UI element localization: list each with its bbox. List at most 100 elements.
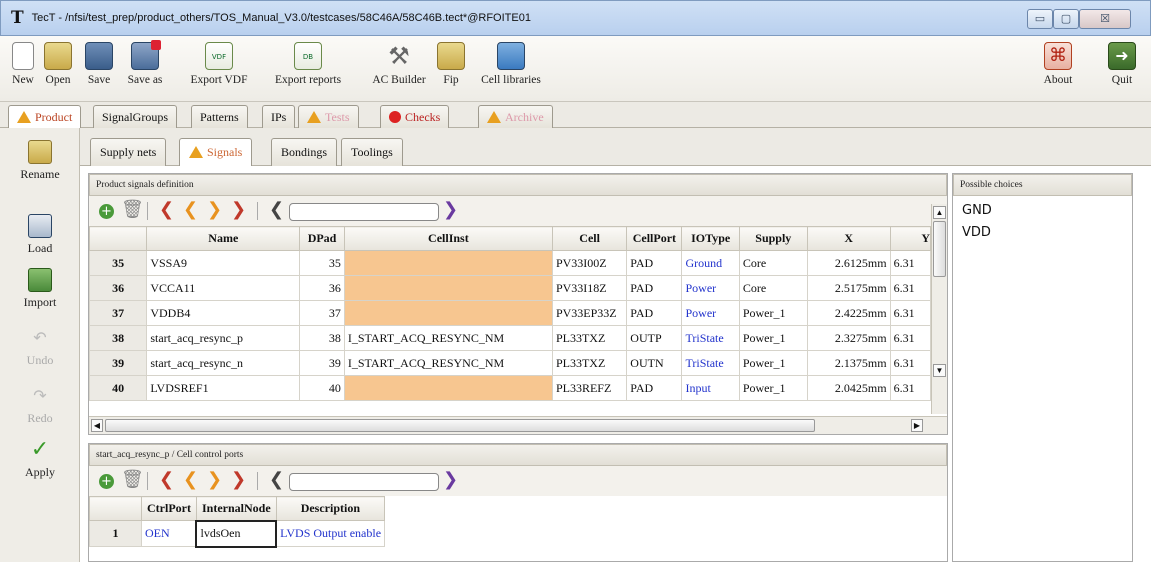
cellinst-cell[interactable]: I_START_ACQ_RESYNC_NM (343, 350, 553, 376)
tab-archive[interactable]: Archive (478, 105, 553, 128)
cellinst-cell[interactable] (343, 250, 553, 276)
cellport-cell[interactable]: PAD (626, 250, 683, 276)
search-back-icon[interactable]: ❮ (269, 201, 284, 219)
tab-checks[interactable]: Checks (380, 105, 450, 128)
supply-cell[interactable]: Power_1 (738, 375, 808, 401)
cell-libraries-button[interactable]: Cell libraries (470, 42, 552, 86)
previous-icon[interactable]: ❮ (183, 201, 198, 219)
name-cell[interactable]: start_acq_resync_p (146, 325, 301, 351)
scroll-right-icon[interactable]: ▶ (911, 419, 923, 432)
supply-cell[interactable]: Power_1 (738, 350, 808, 376)
cellport-cell[interactable]: PAD (626, 275, 683, 301)
horizontal-scroll-thumb[interactable] (105, 419, 815, 432)
search-back-icon[interactable]: ❮ (269, 471, 284, 489)
load-button[interactable]: Load (0, 214, 80, 256)
column-header[interactable]: CtrlPort (141, 496, 197, 521)
ctrlport-cell[interactable]: OEN (141, 520, 197, 547)
tab-bondings[interactable]: Bondings (271, 138, 338, 166)
iotype-cell[interactable]: Input (681, 375, 740, 401)
internalnode-cell[interactable]: lvdsOen (195, 519, 278, 548)
vertical-scrollbar[interactable]: ▲ ▼ (931, 204, 947, 414)
column-header[interactable]: Cell (551, 226, 628, 251)
supply-cell[interactable]: Power_1 (738, 300, 808, 326)
dpad-cell[interactable]: 36 (299, 275, 345, 301)
y-cell[interactable]: 6.31 (889, 300, 932, 326)
iotype-cell[interactable]: TriState (681, 325, 740, 351)
cellinst-cell[interactable] (343, 275, 553, 301)
column-header[interactable]: Y (889, 226, 932, 251)
tab-ips[interactable]: IPs (262, 105, 296, 128)
cellport-cell[interactable]: OUTN (626, 350, 683, 376)
dpad-cell[interactable]: 39 (299, 350, 345, 376)
tab-signals[interactable]: Signals (179, 138, 253, 166)
column-header[interactable]: X (806, 226, 891, 251)
about-button[interactable]: ⌘ About (1038, 42, 1078, 86)
dpad-cell[interactable]: 40 (299, 375, 345, 401)
table-row[interactable]: 39 start_acq_resync_n 39 I_START_ACQ_RESYNC… (88, 350, 932, 376)
table-row[interactable]: 37 VDDB4 37 PV33EP33Z PAD Power Power_1 2.4225m… (88, 300, 932, 326)
table-row[interactable]: 1 OEN lvdsOen LVDS Output enable (89, 519, 386, 548)
search-input[interactable] (289, 203, 439, 221)
export-reports-button[interactable]: DB Export reports (262, 42, 354, 86)
y-cell[interactable]: 6.31 (889, 375, 932, 401)
delete-icon[interactable]: 🗑 (121, 201, 144, 219)
open-button[interactable]: Open (40, 42, 76, 86)
cellinst-cell[interactable] (343, 300, 553, 326)
dpad-cell[interactable]: 38 (299, 325, 345, 351)
export-vdf-button[interactable]: VDF Export VDF (180, 42, 258, 86)
close-icon[interactable]: ☒ (1079, 9, 1131, 29)
table-row[interactable]: 36 VCCA11 36 PV33I18Z PAD Power Core 2.5175mm 6.… (88, 275, 932, 301)
search-forward-icon[interactable]: ❯ (443, 201, 458, 219)
ac-builder-button[interactable]: ⚒ AC Builder (362, 42, 436, 86)
dpad-cell[interactable]: 35 (299, 250, 345, 276)
tab-product[interactable]: Product (8, 105, 82, 129)
y-cell[interactable]: 6.31 (889, 325, 932, 351)
supply-cell[interactable]: Core (738, 275, 808, 301)
next-icon[interactable]: ❯ (207, 201, 222, 219)
scroll-thumb[interactable] (933, 221, 946, 277)
last-icon[interactable]: ❯ (231, 201, 246, 219)
add-icon[interactable]: + (99, 204, 114, 219)
last-icon[interactable]: ❯ (231, 471, 246, 489)
y-cell[interactable]: 6.31 (889, 250, 932, 276)
delete-icon[interactable]: 🗑 (121, 471, 144, 489)
y-cell[interactable]: 6.31 (889, 350, 932, 376)
maximize-icon[interactable]: ▢ (1053, 9, 1079, 29)
tab-tests[interactable]: Tests (298, 105, 359, 128)
fip-button[interactable]: Fip (436, 42, 466, 86)
x-cell[interactable]: 2.4225mm (806, 300, 891, 326)
column-header[interactable]: Name (146, 226, 301, 251)
name-cell[interactable]: LVDSREF1 (146, 375, 301, 401)
name-cell[interactable]: VCCA11 (146, 275, 301, 301)
column-header[interactable]: Supply (738, 226, 808, 251)
x-cell[interactable]: 2.5175mm (806, 275, 891, 301)
y-cell[interactable]: 6.31 (889, 275, 932, 301)
name-cell[interactable]: start_acq_resync_n (146, 350, 301, 376)
table-row[interactable]: 40 LVDSREF1 40 PL33REFZ PAD Input Power_1 2.042… (88, 375, 932, 401)
cell-cell[interactable]: PV33I00Z (551, 250, 628, 276)
tab-toolings[interactable]: Toolings (341, 138, 403, 166)
name-cell[interactable]: VSSA9 (146, 250, 301, 276)
column-header[interactable]: InternalNode (195, 496, 277, 521)
tab-patterns[interactable]: Patterns (191, 105, 248, 128)
column-header[interactable]: IOType (681, 226, 740, 251)
supply-cell[interactable]: Core (738, 250, 808, 276)
cell-cell[interactable]: PV33I18Z (551, 275, 628, 301)
table-row[interactable]: 35 VSSA9 35 PV33I00Z PAD Ground Core 2.6125mm 6.… (88, 250, 932, 276)
new-button[interactable]: New (6, 42, 40, 86)
rename-button[interactable]: Rename (0, 140, 80, 182)
choice-item[interactable]: VDD (953, 222, 1132, 244)
cellport-cell[interactable]: PAD (626, 300, 683, 326)
table-row[interactable]: 38 start_acq_resync_p 38 I_START_ACQ_RESYNC… (88, 325, 932, 351)
cellport-cell[interactable]: PAD (626, 375, 683, 401)
tab-supply-nets[interactable]: Supply nets (90, 138, 167, 166)
column-header[interactable]: Description (275, 496, 386, 521)
column-header[interactable]: DPad (299, 226, 345, 251)
x-cell[interactable]: 2.6125mm (806, 250, 891, 276)
cellinst-cell[interactable]: I_START_ACQ_RESYNC_NM (343, 325, 553, 351)
column-header[interactable]: CellPort (626, 226, 683, 251)
next-icon[interactable]: ❯ (207, 471, 222, 489)
minimize-icon[interactable]: ▭ (1027, 9, 1053, 29)
first-icon[interactable]: ❮ (159, 471, 174, 489)
tab-signalgroups[interactable]: SignalGroups (93, 105, 177, 128)
